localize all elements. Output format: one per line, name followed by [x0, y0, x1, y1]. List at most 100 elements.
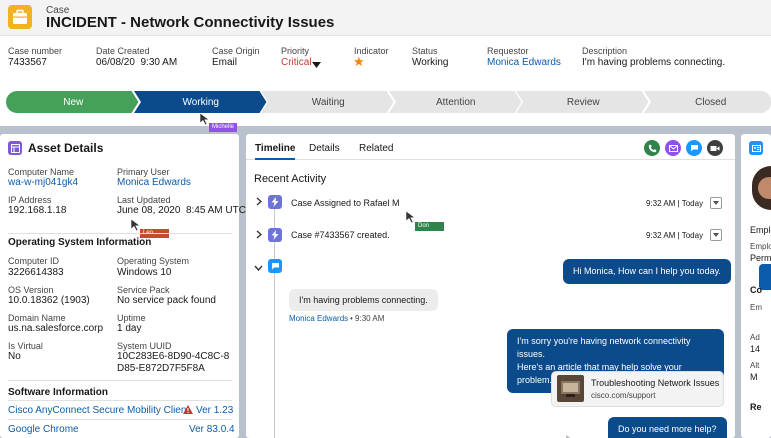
chat-icon[interactable] [686, 140, 702, 156]
cursor-arrow-icon [566, 432, 574, 438]
computer-id-value: 3226614383 [8, 267, 64, 278]
chevron-down-icon[interactable] [254, 262, 263, 274]
star-icon: ★ [353, 54, 365, 69]
path-step-attention[interactable]: Attention [388, 91, 524, 113]
agent-message: Do you need more help? [608, 417, 727, 438]
date-created-value: 06/08/20 9:30 AM [96, 57, 178, 68]
priority-label: Priority [281, 46, 310, 56]
dropdown-button[interactable] [710, 229, 722, 241]
path-step-label: Waiting [311, 96, 345, 108]
last-updated-label: Last Updated [117, 195, 171, 205]
path-step-label: New [63, 96, 84, 108]
activity-title[interactable]: Case #7433567 created. [291, 230, 390, 240]
activity-time: 9:32 AM | Today [646, 199, 704, 208]
path-step-new[interactable]: New [6, 91, 141, 113]
chevron-right-icon[interactable] [256, 197, 263, 209]
divider [8, 233, 232, 234]
primary-user-link[interactable]: Monica Edwards [117, 177, 191, 188]
chat-transcript-icon [268, 259, 282, 273]
system-uuid-value: 10C283E6-8D90-4C8C-8D85-E872D7F5F8A [117, 351, 230, 374]
agent-message: Hi Monica, How can I help you today. [563, 259, 731, 285]
contact-card-icon [749, 141, 763, 155]
caret-down-icon[interactable] [312, 59, 321, 71]
cursor-tag-don: Don [415, 222, 444, 231]
os-section-title: Operating System Information [8, 237, 152, 248]
chevron-right-icon[interactable] [256, 230, 263, 242]
path-step-review[interactable]: Review [516, 91, 651, 113]
status-path: New Working Waiting Attention Review Closed [6, 91, 771, 113]
os-label: Operating System [117, 256, 190, 266]
computer-name-label: Computer Name [8, 167, 75, 177]
system-uuid-label: System UUID [117, 341, 172, 351]
date-created-label: Date Created [96, 46, 150, 56]
contact-field-value: M [750, 372, 758, 382]
software-section-title: Software Information [8, 387, 109, 398]
contact-field-label: Ad [750, 333, 760, 342]
is-virtual-label: Is Virtual [8, 341, 43, 351]
os-value: Windows 10 [117, 267, 172, 278]
software-name-link[interactable]: Google Chrome [8, 424, 79, 435]
agent-message-line: I'm sorry you're having network connecti… [517, 336, 691, 360]
contact-section-label: Co [750, 285, 762, 295]
path-step-working[interactable]: Working [133, 91, 269, 113]
requestor-link[interactable]: Monica Edwards [487, 57, 561, 68]
dropdown-button[interactable] [710, 197, 722, 209]
status-value: Working [412, 57, 449, 68]
activity-title[interactable]: Case Assigned to Rafael M [291, 198, 400, 208]
service-pack-label: Service Pack [117, 285, 170, 295]
os-version-value: 10.0.18362 (1903) [8, 295, 90, 306]
asset-icon [8, 141, 22, 155]
tab-related[interactable]: Related [359, 143, 393, 154]
article-title-link[interactable]: Troubleshooting Network Issues [591, 378, 719, 388]
uptime-label: Uptime [117, 313, 146, 323]
case-number-label: Case number [8, 46, 63, 56]
requestor-label: Requestor [487, 46, 529, 56]
case-origin-label: Case Origin [212, 46, 260, 56]
briefcase-icon [8, 5, 32, 29]
software-name-link[interactable]: Cisco AnyConnect Secure Mobility Client [8, 405, 189, 416]
path-step-waiting[interactable]: Waiting [261, 91, 396, 113]
contact-field-label: Alt [750, 361, 760, 370]
video-icon[interactable] [707, 140, 723, 156]
is-virtual-value: No [8, 351, 21, 362]
contact-field-label: Emplo [750, 225, 771, 235]
contact-field-value: Perm [750, 253, 771, 263]
computer-name-link[interactable]: wa-w-mj041gk4 [8, 177, 78, 188]
domain-name-value: us.na.salesforce.corp [8, 323, 104, 334]
uptime-value: 1 day [117, 323, 142, 334]
activity-time: 9:32 AM | Today [646, 231, 704, 240]
divider [8, 380, 232, 381]
customer-message: I'm having problems connecting. [289, 289, 438, 311]
warning-icon [183, 405, 193, 417]
email-icon[interactable] [665, 140, 681, 156]
message-time: • 9:30 AM [350, 314, 385, 323]
path-step-closed[interactable]: Closed [643, 91, 771, 113]
path-step-label: Closed [695, 96, 727, 108]
page-title: INCIDENT - Network Connectivity Issues [46, 14, 335, 31]
contact-field-label: Em [750, 303, 762, 312]
description-value: I'm having problems connecting. [582, 57, 726, 68]
primary-user-label: Primary User [117, 167, 170, 177]
cursor-tag-michelle: Michelle [209, 123, 238, 132]
domain-name-label: Domain Name [8, 313, 66, 323]
os-version-label: OS Version [8, 285, 54, 295]
message-author-link[interactable]: Monica Edwards [289, 314, 348, 323]
contact-field-label: Emplo [750, 242, 771, 251]
contact-field-value: 14 [750, 344, 761, 354]
path-step-label: Review [566, 96, 600, 108]
tab-timeline[interactable]: Timeline [255, 143, 296, 160]
last-updated-value: June 08, 2020 8:45 AM UTC [117, 205, 246, 216]
contact-section-label: Re [750, 402, 762, 412]
service-pack-value: No service pack found [117, 295, 216, 306]
event-icon [268, 228, 282, 242]
software-version: Ver 1.23 [196, 405, 234, 416]
tab-divider [246, 159, 735, 160]
divider [8, 400, 232, 401]
timeline-line [274, 209, 275, 438]
case-origin-value: Email [212, 57, 238, 68]
priority-value[interactable]: Critical [281, 57, 312, 68]
event-icon [268, 195, 282, 209]
ip-address-value: 192.168.1.18 [8, 205, 67, 216]
tab-details[interactable]: Details [309, 143, 340, 154]
phone-icon[interactable] [644, 140, 660, 156]
